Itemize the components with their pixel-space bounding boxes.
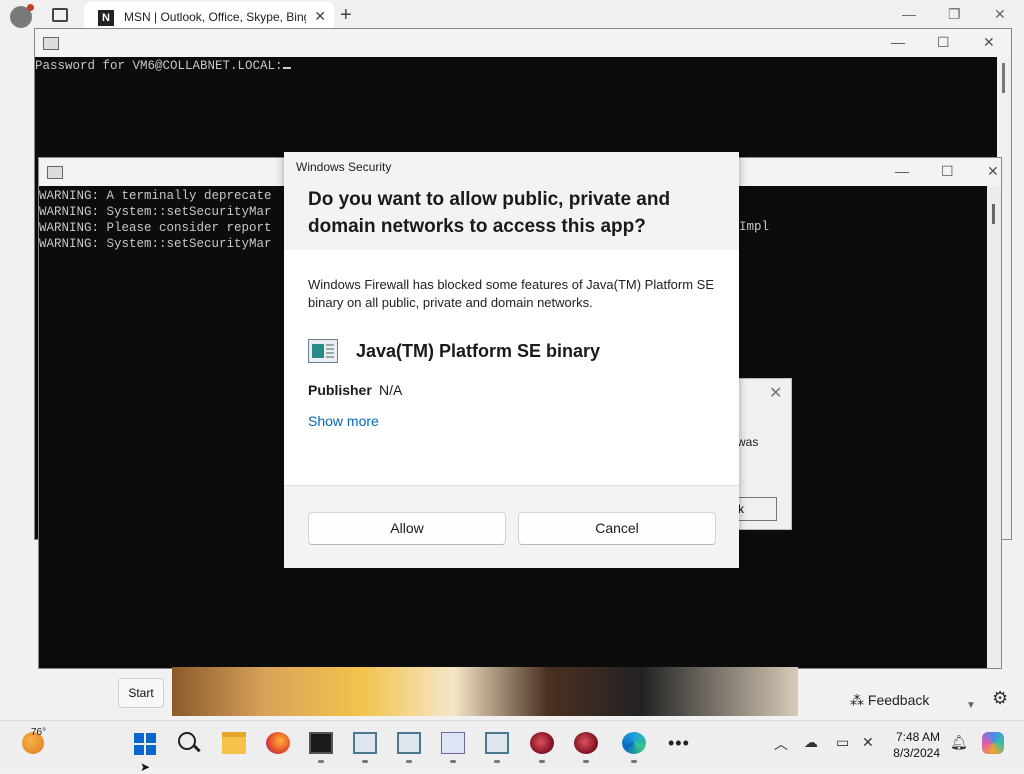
warning-line-overflow: Impl bbox=[739, 220, 770, 234]
text-cursor bbox=[282, 67, 291, 69]
publisher-label: Publisher bbox=[308, 382, 372, 398]
background-dialog[interactable]: ✕ was k bbox=[736, 378, 792, 530]
more-icon[interactable]: ••• bbox=[668, 733, 690, 754]
terminal-1-maximize-icon[interactable]: ☐ bbox=[937, 34, 950, 51]
background-dialog-text: was bbox=[737, 435, 759, 449]
terminal-app-icon[interactable] bbox=[485, 732, 509, 754]
publisher-value: N/A bbox=[379, 382, 403, 398]
mouse-pointer-icon: ➤ bbox=[140, 760, 151, 774]
feedback-label: Feedback bbox=[867, 692, 930, 708]
clock-time: 7:48 AM bbox=[895, 730, 940, 744]
new-tab-icon[interactable]: + bbox=[340, 4, 352, 27]
feedback-icon: ⁂ bbox=[850, 692, 864, 708]
show-more-link[interactable]: Show more bbox=[308, 413, 379, 429]
network-icon[interactable]: ▭ bbox=[836, 734, 849, 751]
firefox-icon[interactable] bbox=[266, 732, 290, 754]
terminal-app-icon[interactable] bbox=[353, 732, 377, 754]
warning-line: WARNING: System::setSecurityMar bbox=[39, 205, 272, 219]
running-indicator bbox=[450, 760, 456, 763]
background-dialog-ok-button[interactable]: k bbox=[737, 497, 777, 521]
app-window-icon bbox=[308, 339, 338, 363]
copilot-icon[interactable] bbox=[982, 732, 1004, 754]
clock[interactable]: 7:48 AM 8/3/2024 bbox=[892, 729, 940, 761]
terminal-1-minimize-icon[interactable]: — bbox=[891, 34, 905, 50]
temperature-label: 76° bbox=[31, 727, 47, 738]
terminal-2-output: WARNING: A terminally deprecate WARNING:… bbox=[39, 188, 272, 252]
file-explorer-icon[interactable] bbox=[222, 732, 246, 754]
dialog-description: Windows Firewall has blocked some featur… bbox=[308, 277, 715, 310]
warning-line: WARNING: Please consider report bbox=[39, 221, 272, 235]
edge-browser-icon[interactable] bbox=[622, 732, 646, 754]
browser-close-icon[interactable]: ✕ bbox=[994, 6, 1006, 23]
chevron-up-icon[interactable]: ︿ bbox=[774, 734, 788, 754]
running-indicator bbox=[631, 760, 637, 763]
terminal-2-minimize-icon[interactable]: — bbox=[895, 163, 909, 179]
running-indicator bbox=[583, 760, 589, 763]
ruby-app-icon[interactable] bbox=[530, 732, 554, 754]
search-icon[interactable] bbox=[178, 732, 196, 750]
clock-date: 8/3/2024 bbox=[893, 746, 940, 760]
msn-favicon-icon: N bbox=[98, 10, 114, 26]
terminal-1-close-icon[interactable]: ✕ bbox=[983, 34, 995, 51]
allow-button[interactable]: Allow bbox=[308, 512, 506, 545]
gear-icon[interactable]: ⚙ bbox=[992, 688, 1008, 709]
profile-avatar-icon[interactable] bbox=[10, 4, 34, 28]
java-app-icon[interactable] bbox=[441, 732, 465, 754]
volume-muted-icon[interactable]: ✕ bbox=[862, 734, 874, 751]
warning-line: WARNING: A terminally deprecate bbox=[39, 189, 272, 203]
terminal-2-maximize-icon[interactable]: ☐ bbox=[941, 163, 954, 180]
terminal-1-app-icon bbox=[43, 37, 59, 50]
wallpaper-image bbox=[172, 667, 798, 716]
terminal-2-close-icon[interactable]: ✕ bbox=[987, 163, 999, 180]
command-prompt-icon[interactable] bbox=[309, 732, 333, 754]
terminal-2-app-icon bbox=[47, 166, 63, 179]
browser-restore-icon[interactable]: ❐ bbox=[948, 6, 961, 23]
ruby-app-icon[interactable] bbox=[574, 732, 598, 754]
dialog-header: Windows Security Do you want to allow pu… bbox=[284, 152, 739, 250]
running-indicator bbox=[406, 760, 412, 763]
start-button-windows-icon[interactable] bbox=[134, 733, 156, 755]
feedback-button[interactable]: ⁂ Feedback bbox=[850, 692, 929, 709]
notification-bell-icon[interactable]: 🔔︎ bbox=[950, 734, 968, 751]
dialog-window-title: Windows Security bbox=[296, 160, 392, 174]
tab-actions-icon[interactable] bbox=[52, 8, 68, 22]
windows-security-dialog: Windows Security Do you want to allow pu… bbox=[284, 152, 739, 568]
background-dialog-close-icon[interactable]: ✕ bbox=[769, 383, 782, 403]
tab-title: MSN | Outlook, Office, Skype, Bing bbox=[124, 10, 306, 24]
feedback-chevron-down-icon[interactable]: ▼ bbox=[966, 700, 976, 711]
dialog-footer: Allow Cancel bbox=[284, 485, 739, 568]
terminal-app-icon[interactable] bbox=[397, 732, 421, 754]
running-indicator bbox=[539, 760, 545, 763]
terminal-1-titlebar[interactable]: — ☐ ✕ bbox=[35, 29, 1011, 57]
tab-close-icon[interactable]: ✕ bbox=[314, 8, 326, 25]
browser-minimize-icon[interactable]: — bbox=[902, 6, 916, 22]
warning-line: WARNING: System::setSecurityMar bbox=[39, 237, 272, 251]
running-indicator bbox=[494, 760, 500, 763]
running-indicator bbox=[362, 760, 368, 763]
dialog-question: Do you want to allow public, private and… bbox=[308, 189, 671, 237]
terminal-1-output: Password for VM6@COLLABNET.LOCAL: bbox=[35, 59, 291, 73]
cancel-button[interactable]: Cancel bbox=[518, 512, 716, 545]
cloud-offline-icon[interactable]: ☁ bbox=[804, 734, 818, 751]
terminal-2-scrollbar[interactable] bbox=[987, 186, 1001, 668]
app-name: Java(TM) Platform SE binary bbox=[356, 341, 601, 361]
start-tooltip: Start bbox=[118, 678, 164, 708]
password-prompt: Password for VM6@COLLABNET.LOCAL: bbox=[35, 59, 283, 73]
running-indicator bbox=[318, 760, 324, 763]
